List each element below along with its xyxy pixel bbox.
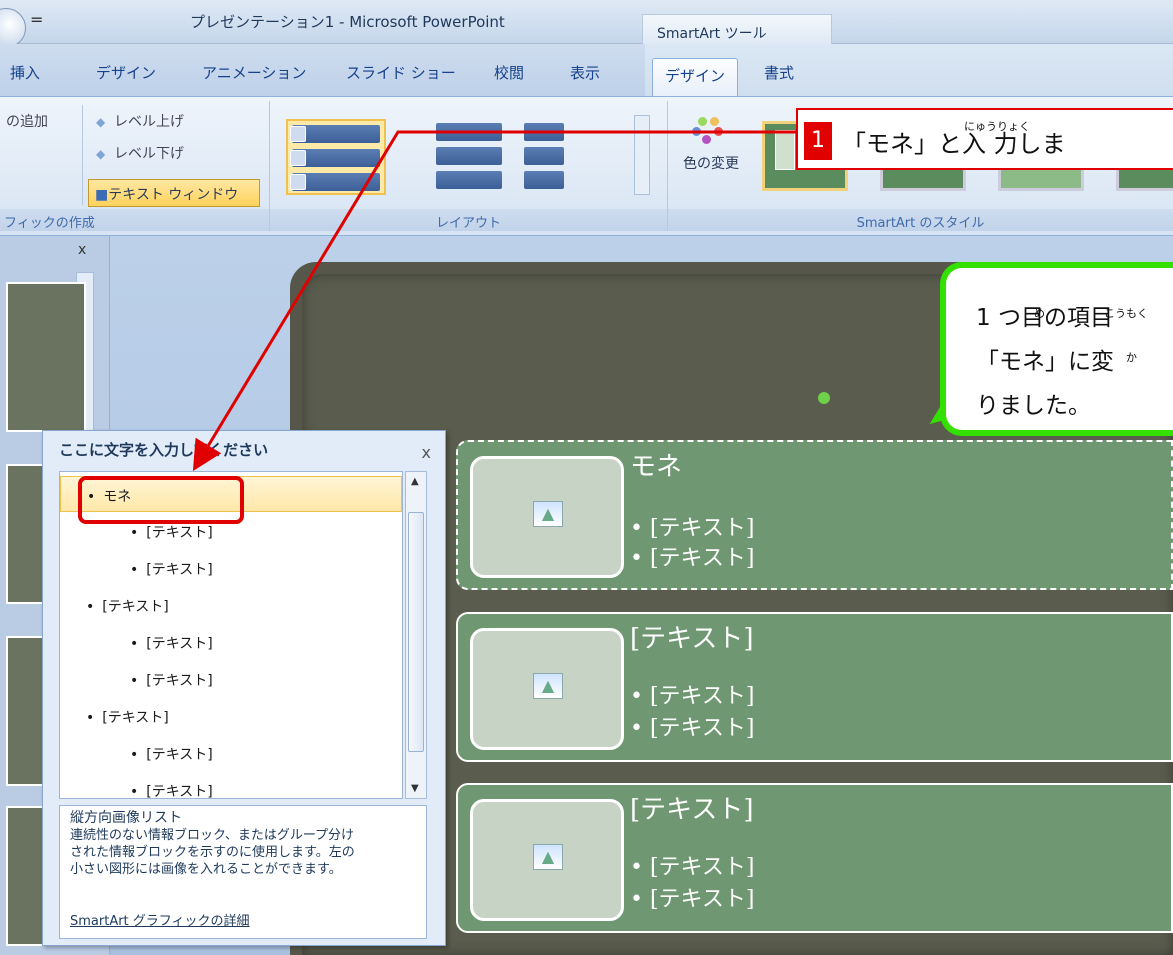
note-line: りました。: [976, 393, 1091, 419]
arrow-line: [192, 130, 800, 472]
step-callout: 1 「モネ」と にゅうりょく入 力しま: [796, 108, 1173, 170]
note-line: 1 つ目の項目: [976, 305, 1113, 331]
highlight-box: [78, 476, 244, 524]
ruby-text: こうもく: [1104, 307, 1148, 320]
ruby-text: にゅうりょく: [964, 120, 1030, 133]
note-text: め こうもく 1 つ目の項目 か 「モネ」に変 りました。: [976, 296, 1148, 428]
step-number: 1: [804, 122, 832, 160]
note-line: 「モネ」に変: [976, 349, 1114, 375]
note-callout: め こうもく 1 つ目の項目 か 「モネ」に変 りました。: [940, 262, 1173, 436]
step-instruction: 「モネ」と にゅうりょく入 力しま: [842, 120, 1066, 158]
ruby-text: か: [1126, 351, 1137, 364]
ruby-text: め: [1034, 307, 1045, 320]
